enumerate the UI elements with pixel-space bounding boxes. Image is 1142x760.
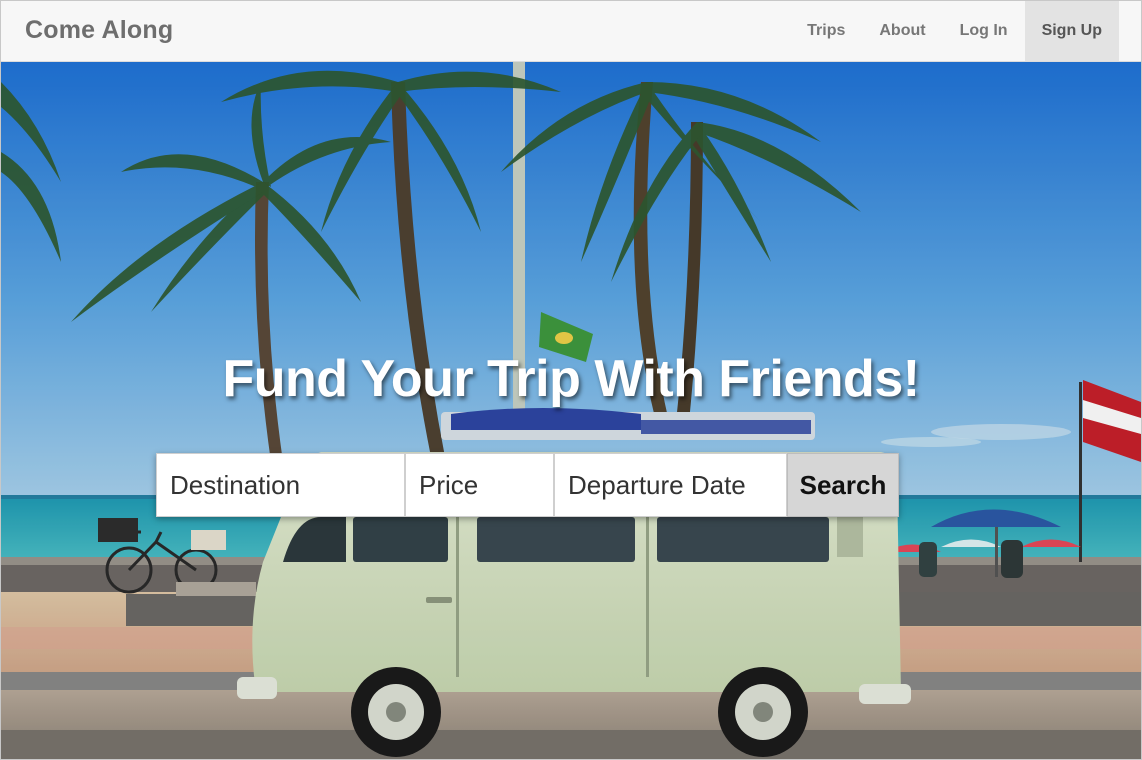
destination-input[interactable]: [156, 453, 405, 517]
nav-link-sign-up[interactable]: Sign Up: [1024, 1, 1119, 61]
price-input[interactable]: [405, 453, 554, 517]
departure-date-input[interactable]: [554, 453, 787, 517]
trip-search-form: Search: [156, 453, 899, 517]
nav-link-log-in[interactable]: Log In: [943, 1, 1025, 61]
top-navbar: Come Along Trips About Log In Sign Up: [1, 1, 1141, 62]
brand-logo[interactable]: Come Along: [25, 16, 173, 45]
search-button[interactable]: Search: [787, 453, 899, 517]
nav-link-about[interactable]: About: [862, 1, 942, 61]
hero-headline: Fund Your Trip With Friends!: [222, 350, 920, 408]
nav-link-trips[interactable]: Trips: [790, 1, 862, 61]
nav-links: Trips About Log In Sign Up: [790, 1, 1119, 61]
hero-background-image: [1, 62, 1141, 759]
hero-section: Fund Your Trip With Friends! Search: [1, 62, 1141, 759]
browser-frame: Come Along Trips About Log In Sign Up Fu…: [0, 0, 1142, 760]
